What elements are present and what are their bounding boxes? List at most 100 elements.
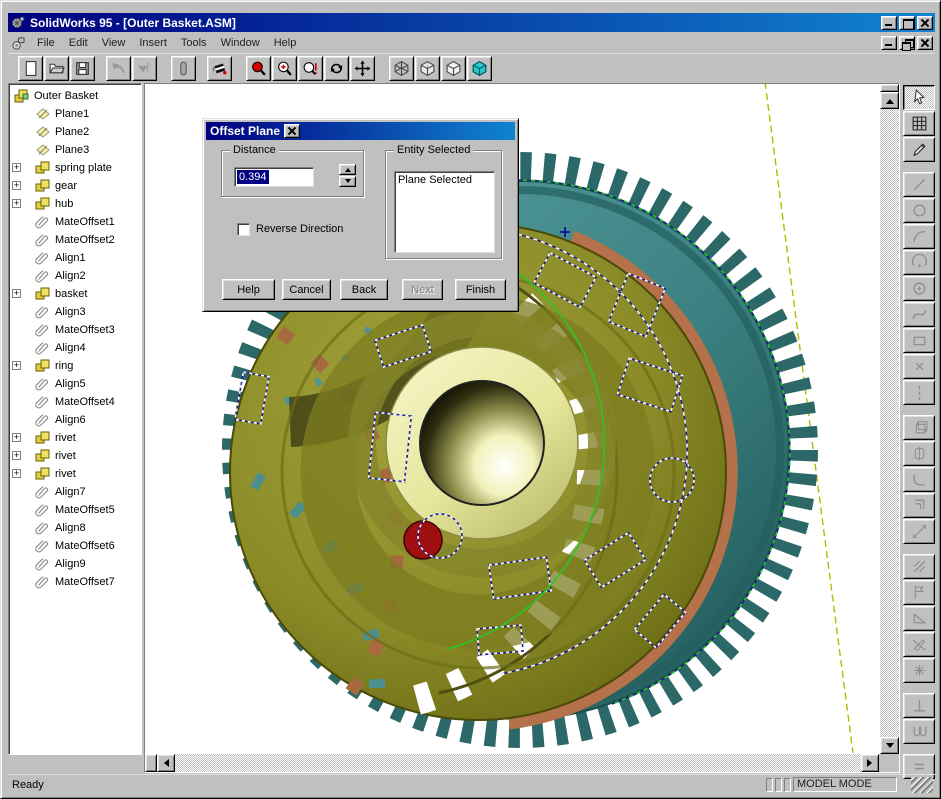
zoom-to-area-button[interactable] <box>298 56 323 81</box>
horizontal-scrollbar[interactable] <box>145 754 899 772</box>
hub-part[interactable] <box>386 347 578 539</box>
menu-insert[interactable]: Insert <box>132 35 174 51</box>
tree-item-align4[interactable]: Align4 <box>9 339 141 357</box>
cancel-button[interactable]: Cancel <box>282 279 331 300</box>
hidden-lines-view-button[interactable] <box>415 56 440 81</box>
entity-listbox[interactable]: Plane Selected <box>394 171 495 253</box>
offset-entities-button[interactable] <box>903 493 935 518</box>
undo-dropdown-button[interactable] <box>132 56 157 81</box>
tree-item-align6[interactable]: Align6 <box>9 411 141 429</box>
rectangle-tool-button[interactable] <box>903 328 935 353</box>
undo-button[interactable] <box>106 56 131 81</box>
tree-item-hub[interactable]: + hub <box>9 195 141 213</box>
tree-item-plane1[interactable]: Plane1 <box>9 105 141 123</box>
pan-view-button[interactable] <box>350 56 375 81</box>
expand-icon[interactable]: + <box>12 163 21 172</box>
tree-item-plane2[interactable]: Plane2 <box>9 123 141 141</box>
parallel-relation-button[interactable] <box>903 719 935 744</box>
resize-grip[interactable] <box>911 777 933 793</box>
menu-file[interactable]: File <box>30 35 62 51</box>
child-close-button[interactable] <box>917 36 933 50</box>
wireframe-view-button[interactable] <box>389 56 414 81</box>
tree-item-align3[interactable]: Align3 <box>9 303 141 321</box>
finish-button[interactable]: Finish <box>455 279 506 300</box>
menu-help[interactable]: Help <box>267 35 304 51</box>
tree-item-mateoffset3[interactable]: MateOffset3 <box>9 321 141 339</box>
expand-icon[interactable]: + <box>12 451 21 460</box>
centerpoint-circle-tool-button[interactable] <box>903 276 935 301</box>
grid-tool-button[interactable] <box>903 111 935 136</box>
expand-icon[interactable]: + <box>12 199 21 208</box>
hatch-tool-button[interactable] <box>903 554 935 579</box>
zoom-to-fit-button[interactable] <box>246 56 271 81</box>
vertical-scrollbar[interactable] <box>880 84 899 754</box>
tree-item-mateoffset1[interactable]: MateOffset1 <box>9 213 141 231</box>
sketch-tool-button[interactable] <box>903 137 935 162</box>
select-tool-button[interactable] <box>903 85 935 110</box>
distance-input[interactable]: 0.394 <box>234 167 314 187</box>
detent-red-circle[interactable] <box>404 521 442 559</box>
dialog-close-button[interactable] <box>284 124 300 138</box>
pattern-tool-button[interactable] <box>903 658 935 683</box>
fillet-tool-button[interactable] <box>903 467 935 492</box>
expand-icon[interactable]: + <box>12 469 21 478</box>
reverse-direction-checkbox[interactable] <box>237 223 250 236</box>
minimize-button[interactable] <box>881 16 897 30</box>
dimension-tool-button[interactable] <box>903 519 935 544</box>
zoom-in-out-button[interactable] <box>272 56 297 81</box>
tree-item-gear[interactable]: + gear <box>9 177 141 195</box>
tree-item-align1[interactable]: Align1 <box>9 249 141 267</box>
tree-item-mateoffset7[interactable]: MateOffset7 <box>9 573 141 591</box>
tree-item-basket[interactable]: + basket <box>9 285 141 303</box>
scroll-down-button[interactable] <box>880 737 899 754</box>
extrude-tool-button[interactable] <box>903 415 935 440</box>
splitter-handle[interactable] <box>145 754 157 772</box>
tree-item-mateoffset2[interactable]: MateOffset2 <box>9 231 141 249</box>
maximize-button[interactable] <box>899 16 915 30</box>
child-restore-button[interactable] <box>899 36 915 50</box>
scroll-left-button[interactable] <box>157 754 175 772</box>
tree-item-ring[interactable]: + ring <box>9 357 141 375</box>
entity-list-item[interactable]: Plane Selected <box>398 174 491 186</box>
scroll-up-button[interactable] <box>880 92 899 109</box>
save-button[interactable] <box>70 56 95 81</box>
menu-tools[interactable]: Tools <box>174 35 214 51</box>
trim-tool-button[interactable] <box>903 632 935 657</box>
hscroll-track[interactable] <box>175 754 861 772</box>
tree-item-align2[interactable]: Align2 <box>9 267 141 285</box>
vscroll-track[interactable] <box>880 84 899 754</box>
tangent-arc-tool-button[interactable] <box>903 224 935 249</box>
dialog-title-bar[interactable]: Offset Plane <box>206 122 515 140</box>
hidden-lines-removed-view-button[interactable] <box>441 56 466 81</box>
circle-tool-button[interactable] <box>903 198 935 223</box>
menu-window[interactable]: Window <box>214 35 267 51</box>
scroll-right-button[interactable] <box>861 754 879 772</box>
tree-item-align8[interactable]: Align8 <box>9 519 141 537</box>
close-button[interactable] <box>917 16 933 30</box>
expand-icon[interactable]: + <box>12 181 21 190</box>
tree-item-root[interactable]: Outer Basket <box>9 87 141 105</box>
centerpoint-arc-tool-button[interactable] <box>903 250 935 275</box>
tree-item-align7[interactable]: Align7 <box>9 483 141 501</box>
menu-view[interactable]: View <box>95 35 133 51</box>
perpendicular-relation-button[interactable] <box>903 693 935 718</box>
revolve-tool-button[interactable] <box>903 441 935 466</box>
spline-tool-button[interactable] <box>903 302 935 327</box>
paint-shade-button[interactable] <box>207 56 232 81</box>
tree-item-mateoffset5[interactable]: MateOffset5 <box>9 501 141 519</box>
expand-icon[interactable]: + <box>12 433 21 442</box>
open-document-button[interactable] <box>44 56 69 81</box>
centerline-tool-button[interactable] <box>903 380 935 405</box>
line-tool-button[interactable] <box>903 172 935 197</box>
help-button[interactable]: Help <box>222 279 275 300</box>
tree-item-rivet2[interactable]: + rivet <box>9 447 141 465</box>
expand-icon[interactable]: + <box>12 289 21 298</box>
tree-item-mateoffset4[interactable]: MateOffset4 <box>9 393 141 411</box>
spinner-down-button[interactable] <box>339 176 356 187</box>
document-icon[interactable] <box>11 36 26 51</box>
tree-item-align9[interactable]: Align9 <box>9 555 141 573</box>
tree-item-align5[interactable]: Align5 <box>9 375 141 393</box>
spinner-up-button[interactable] <box>339 164 356 175</box>
back-button[interactable]: Back <box>340 279 388 300</box>
expand-icon[interactable]: + <box>12 361 21 370</box>
